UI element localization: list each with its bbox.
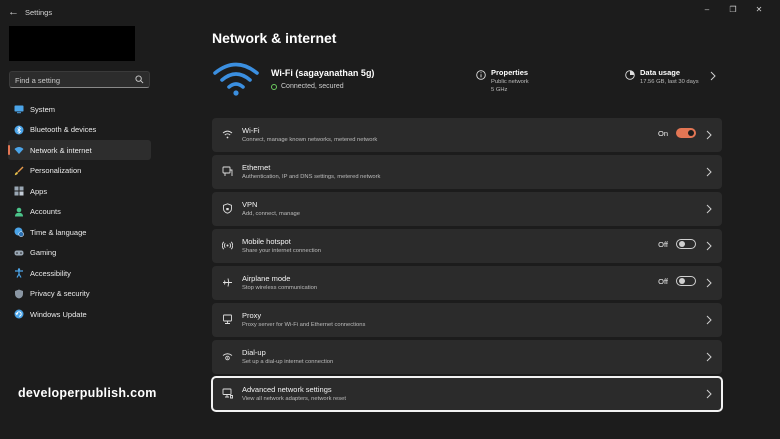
search-box[interactable] xyxy=(9,71,150,88)
minimize-icon[interactable]: – xyxy=(694,2,720,16)
chevron-right-icon[interactable] xyxy=(709,71,717,81)
search-icon[interactable] xyxy=(135,75,144,84)
brush-icon xyxy=(14,166,24,175)
data-usage-title: Data usage xyxy=(640,68,681,77)
sidebar-item-bluetooth[interactable]: Bluetooth & devices xyxy=(8,120,151,140)
toggle-knob xyxy=(679,241,685,247)
connection-status: Connected, secured xyxy=(271,83,344,90)
close-icon[interactable]: ✕ xyxy=(746,2,772,16)
row-ethernet[interactable]: Ethernet Authentication, IP and DNS sett… xyxy=(212,155,722,189)
accessibility-icon xyxy=(15,268,23,278)
network-name: Wi-Fi (sagayanathan 5g) xyxy=(271,68,375,78)
hotspot-toggle-label: Off xyxy=(658,239,668,249)
data-usage-icon xyxy=(625,70,635,80)
wifi-large-icon xyxy=(213,62,259,96)
shield-icon xyxy=(15,289,23,298)
hotspot-toggle[interactable] xyxy=(676,239,696,249)
back-arrow-icon[interactable]: ← xyxy=(8,6,20,18)
maximize-icon[interactable]: ❐ xyxy=(720,2,746,16)
network-summary: Wi-Fi (sagayanathan 5g) Connected, secur… xyxy=(212,60,722,102)
wifi-toggle-group: On xyxy=(658,128,696,138)
sidebar-item-accessibility[interactable]: Accessibility xyxy=(8,263,151,283)
chevron-right-icon xyxy=(706,389,712,399)
bluetooth-icon xyxy=(14,125,24,134)
vpn-shield-icon xyxy=(223,203,232,214)
window-controls: – ❐ ✕ xyxy=(694,2,772,16)
sidebar-item-system[interactable]: System xyxy=(8,99,151,119)
connection-status-text: Connected, secured xyxy=(281,83,344,90)
apps-icon xyxy=(14,186,24,196)
sidebar-nav: System Bluetooth & devices Network & int… xyxy=(8,99,151,325)
network-profile: Public network xyxy=(491,79,529,85)
sidebar-item-time-language[interactable]: Time & language xyxy=(8,222,151,242)
wifi-toggle-label: On xyxy=(657,128,668,138)
airplane-toggle-group: Off xyxy=(658,276,696,286)
network-settings-list: Wi-Fi Connect, manage known networks, me… xyxy=(211,118,723,414)
chevron-right-icon xyxy=(706,204,712,214)
globe-clock-icon xyxy=(14,227,24,237)
connected-check-icon xyxy=(271,83,277,90)
toggle-knob xyxy=(688,130,694,136)
chevron-right-icon xyxy=(706,315,712,325)
airplane-toggle-label: Off xyxy=(658,276,668,286)
chevron-right-icon xyxy=(706,167,712,177)
row-dial-up[interactable]: Dial-up Set up a dial-up internet connec… xyxy=(212,340,722,374)
sidebar-item-personalization[interactable]: Personalization xyxy=(8,161,151,181)
dialup-icon xyxy=(222,353,233,361)
page-title: Network & internet xyxy=(212,30,337,46)
data-usage-amount: 17.56 GB, last 30 days xyxy=(640,79,699,85)
row-proxy[interactable]: Proxy Proxy server for Wi-Fi and Etherne… xyxy=(212,303,722,337)
chevron-right-icon xyxy=(706,278,712,288)
hotspot-toggle-group: Off xyxy=(658,239,696,249)
airplane-icon xyxy=(223,278,232,287)
row-advanced-network-settings[interactable]: Advanced network settings View all netwo… xyxy=(211,376,723,412)
wifi-icon xyxy=(14,147,24,154)
update-icon xyxy=(14,309,24,319)
title-bar: ← Settings – ❐ ✕ xyxy=(0,0,780,26)
properties-details: Public network 5 GHz xyxy=(491,79,529,94)
sidebar-item-windows-update[interactable]: Windows Update xyxy=(8,304,151,324)
proxy-icon xyxy=(223,314,232,324)
monitor-icon xyxy=(14,105,24,114)
airplane-mode-toggle[interactable] xyxy=(676,276,696,286)
gamepad-icon xyxy=(14,250,24,255)
network-band: 5 GHz xyxy=(491,86,508,93)
properties-title: Properties xyxy=(491,68,529,77)
advanced-network-icon xyxy=(222,388,233,399)
watermark-text: developerpublish.com xyxy=(18,386,157,400)
toggle-knob xyxy=(679,278,685,284)
row-vpn[interactable]: VPN Add, connect, manage xyxy=(212,192,722,226)
sidebar-item-gaming[interactable]: Gaming xyxy=(8,243,151,263)
sidebar-item-network[interactable]: Network & internet xyxy=(8,140,151,160)
hotspot-icon xyxy=(222,241,233,250)
chevron-right-icon xyxy=(706,352,712,362)
info-icon xyxy=(476,70,486,80)
person-icon xyxy=(15,207,23,216)
account-avatar-redacted[interactable] xyxy=(9,26,135,61)
search-input[interactable] xyxy=(15,75,130,85)
row-airplane-mode[interactable]: Airplane mode Stop wireless communicatio… xyxy=(212,266,722,300)
chevron-right-icon xyxy=(706,241,712,251)
row-wifi[interactable]: Wi-Fi Connect, manage known networks, me… xyxy=(212,118,722,152)
chevron-right-icon xyxy=(706,130,712,140)
sidebar-item-apps[interactable]: Apps xyxy=(8,181,151,201)
wifi-icon xyxy=(222,130,233,139)
row-mobile-hotspot[interactable]: Mobile hotspot Share your internet conne… xyxy=(212,229,722,263)
wifi-toggle[interactable] xyxy=(676,128,696,138)
sidebar-item-privacy-security[interactable]: Privacy & security xyxy=(8,284,151,304)
sidebar-item-accounts[interactable]: Accounts xyxy=(8,202,151,222)
ethernet-icon xyxy=(222,166,233,176)
app-title: Settings xyxy=(25,8,53,17)
